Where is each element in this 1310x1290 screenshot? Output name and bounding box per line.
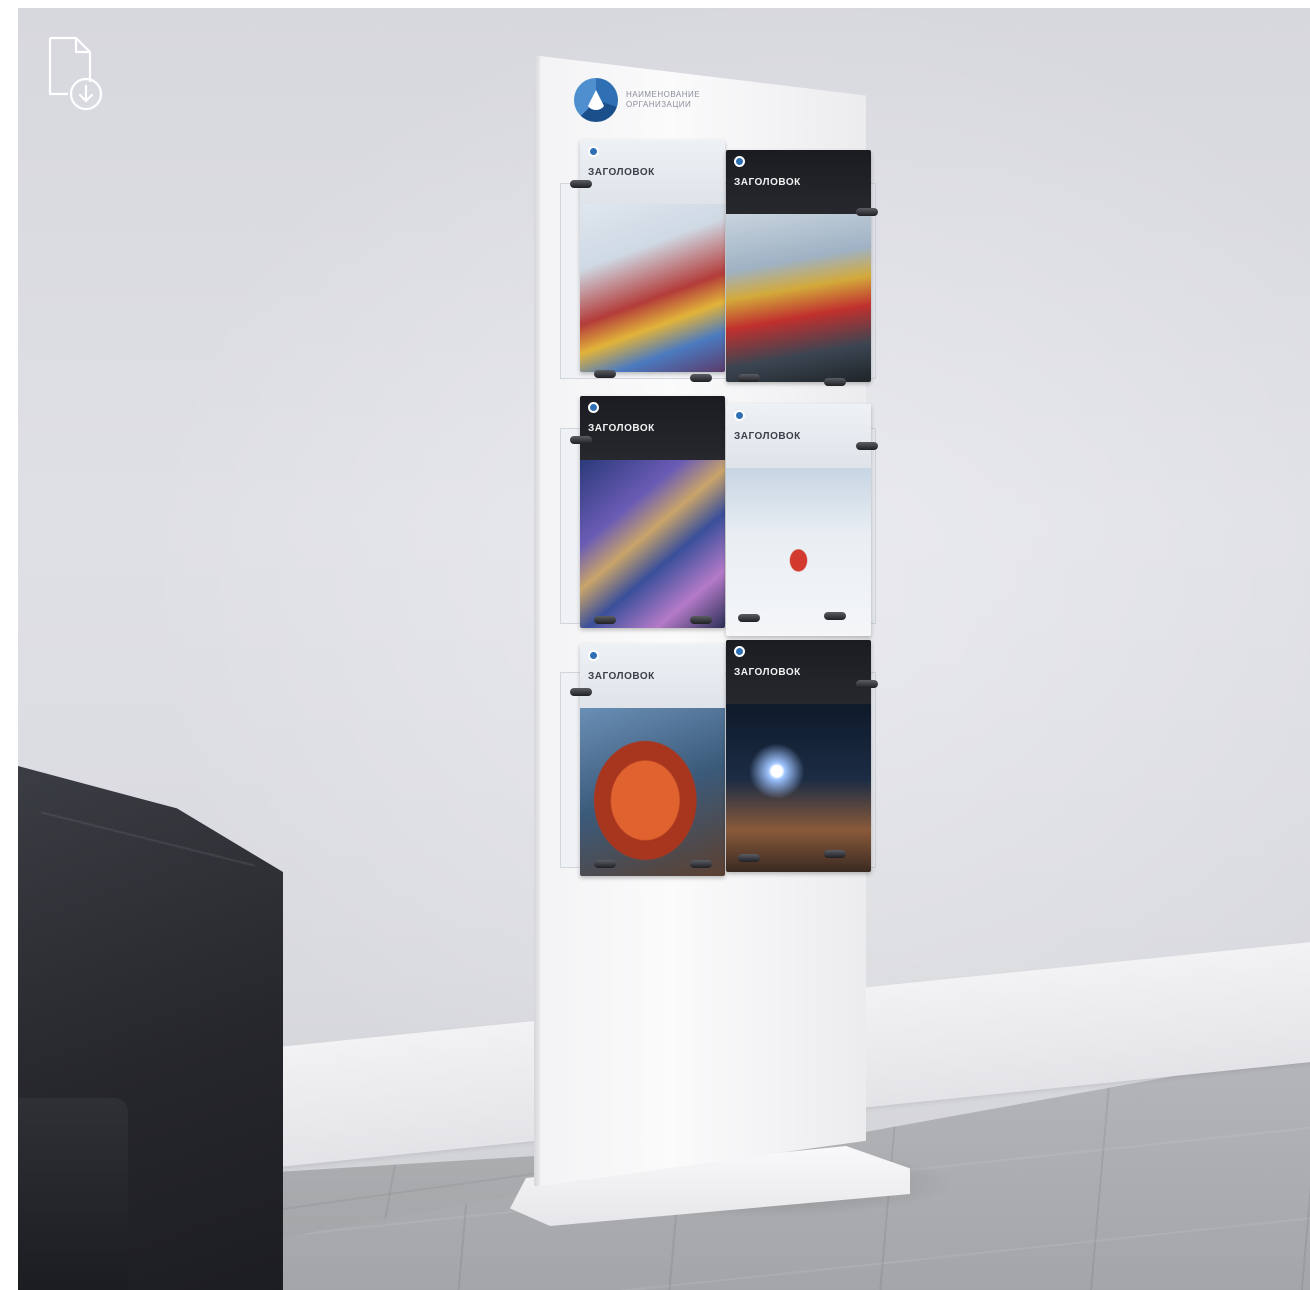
holder-peg: [594, 860, 616, 868]
brochure-image-engineering: [580, 460, 725, 628]
logo-text: НАИМЕНОВАНИЕ ОРГАНИЗАЦИИ: [626, 90, 701, 109]
holder-peg: [594, 370, 616, 378]
sofa-armrest: [18, 1098, 128, 1290]
brochure-1[interactable]: ЗАГОЛОВОК: [580, 140, 725, 372]
holder-peg: [594, 616, 616, 624]
brochure-title: ЗАГОЛОВОК: [588, 167, 655, 178]
holder-peg: [824, 612, 846, 620]
holder-peg: [690, 860, 712, 868]
holder-peg: [690, 616, 712, 624]
brochure-title: ЗАГОЛОВОК: [734, 177, 801, 188]
brochure-title: ЗАГОЛОВОК: [734, 431, 801, 442]
scene: НАИМЕНОВАНИЕ ОРГАНИЗАЦИИ ЗАГОЛОВОК ЗАГОЛ…: [18, 8, 1310, 1290]
brochure-header: ЗАГОЛОВОК: [580, 644, 725, 708]
brochure-image-icebreaker: [726, 468, 871, 636]
holder-peg: [856, 680, 878, 688]
document-download-icon[interactable]: [46, 36, 106, 114]
brochure-4[interactable]: ЗАГОЛОВОК: [726, 404, 871, 636]
brochure-title: ЗАГОЛОВОК: [588, 423, 655, 434]
brochure-2[interactable]: ЗАГОЛОВОК: [726, 150, 871, 382]
brochure-3[interactable]: ЗАГОЛОВОК: [580, 396, 725, 628]
holder-peg: [570, 436, 592, 444]
holder-peg: [856, 442, 878, 450]
brochure-image-child: [580, 204, 725, 372]
brochure-logo-icon: [734, 410, 745, 421]
brochure-logo-icon: [588, 146, 599, 157]
brochure-6[interactable]: ЗАГОЛОВОК: [726, 640, 871, 872]
holder-peg: [570, 180, 592, 188]
holder-peg: [856, 208, 878, 216]
holder-peg: [738, 854, 760, 862]
brochure-header: ЗАГОЛОВОК: [580, 396, 725, 460]
holder-peg: [738, 614, 760, 622]
rosatom-logo-icon: [574, 78, 618, 122]
brochure-title: ЗАГОЛОВОК: [588, 671, 655, 682]
brochure-header: ЗАГОЛОВОК: [726, 640, 871, 704]
brochure-image-worker: [726, 214, 871, 382]
brochure-header: ЗАГОЛОВОК: [726, 150, 871, 214]
holder-peg: [738, 374, 760, 382]
brochure-5[interactable]: ЗАГОЛОВОК: [580, 644, 725, 876]
brochure-header: ЗАГОЛОВОК: [726, 404, 871, 468]
brochure-title: ЗАГОЛОВОК: [734, 667, 801, 678]
holder-peg: [824, 378, 846, 386]
holder-peg: [570, 688, 592, 696]
holder-peg: [690, 374, 712, 382]
brochure-logo-icon: [588, 402, 599, 413]
brochure-header: ЗАГОЛОВОК: [580, 140, 725, 204]
brochure-logo-icon: [734, 156, 745, 167]
holder-peg: [824, 850, 846, 858]
brochure-logo-icon: [588, 650, 599, 661]
brochure-image-reactor: [580, 708, 725, 876]
brochure-image-night-ship: [726, 704, 871, 872]
brochure-logo-icon: [734, 646, 745, 657]
